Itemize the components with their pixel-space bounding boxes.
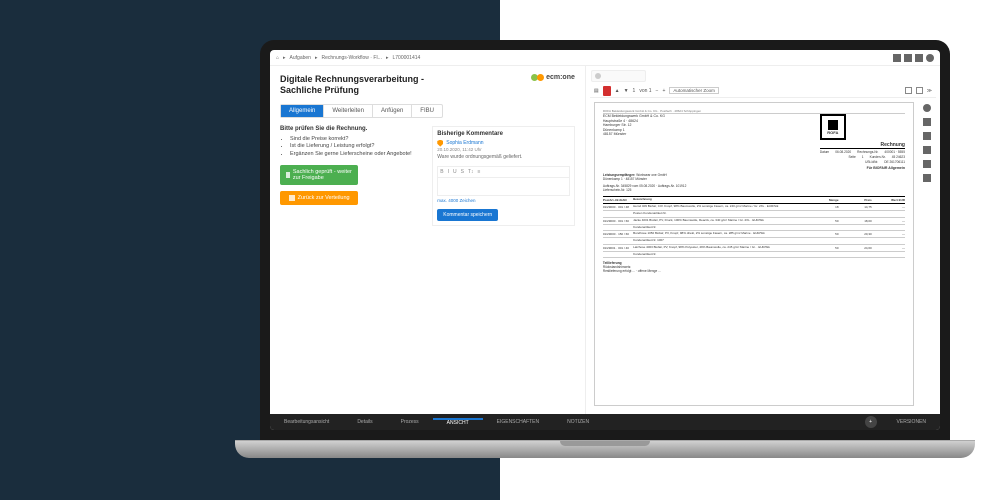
table-row: Kundenartikel-Nr. <box>603 252 905 259</box>
footer-tab-notizen[interactable]: NOTIZEN <box>553 419 603 425</box>
checklist-item: Ist die Lieferung / Leistung erfolgt? <box>290 143 422 151</box>
comment-editor[interactable] <box>437 178 570 196</box>
add-button[interactable]: + <box>865 416 877 428</box>
invoice-document[interactable]: ROFA Bekleidungswerk GmbH & Co. KG · Pos… <box>594 102 914 406</box>
crumb-doc-id[interactable]: L700001414 <box>392 55 420 61</box>
char-count: max. 4000 Zeichen <box>437 198 570 203</box>
user-avatar-icon[interactable] <box>926 54 934 62</box>
home-icon[interactable]: ⌂ <box>276 55 279 61</box>
align-button[interactable]: ≡ <box>478 169 481 175</box>
laptop-base <box>235 440 975 458</box>
trash-icon[interactable] <box>923 174 931 182</box>
table-row: Kundenartikel-Nr. <box>603 225 905 232</box>
invoice-reference: Für BIOFAIR Allgemein <box>820 166 905 170</box>
underline-button[interactable]: U <box>453 169 457 175</box>
save-comment-button[interactable]: Kommentar speichern <box>437 209 498 221</box>
page-of-label: von 1 <box>639 88 651 94</box>
reload-icon <box>289 195 295 201</box>
ecm-one-logo: ecm:one <box>531 74 575 81</box>
strike-button[interactable]: S <box>461 169 464 175</box>
reload-icon <box>286 172 290 178</box>
comments-title: Bisherige Kommentare <box>437 131 570 137</box>
rofa-logo: ROFA <box>820 114 846 140</box>
italic-button[interactable]: I <box>448 169 449 175</box>
viewer-toolbar: ▤ ▲ ▼ 1 von 1 − + Automatischer Zoom ≫ <box>590 84 936 98</box>
note-icon[interactable] <box>923 160 931 168</box>
invoice-meta: Datum06.08.2020 Rechnungs-Nr.400001 · 55… <box>820 150 905 154</box>
table-row: Kundenartikel-Nr. 1007 <box>603 238 905 245</box>
checklist-title: Bitte prüfen Sie die Rechnung. <box>280 126 422 132</box>
tab-fibu[interactable]: FIBU <box>412 105 442 117</box>
more-icon[interactable]: ≫ <box>927 88 932 94</box>
footer-tab-details[interactable]: Details <box>343 419 386 425</box>
footer-tab-prozess[interactable]: Prozess <box>387 419 433 425</box>
tag-icon[interactable] <box>923 118 931 126</box>
tab-anfuegen[interactable]: Anfügen <box>373 105 412 117</box>
expand-icon[interactable] <box>915 54 923 62</box>
order-info: Auftrags-Nr. 345829 vom 05.08.2020 · Auf… <box>603 184 905 192</box>
comment-body: Ware wurde ordnungsgemäß geliefert. <box>437 154 570 160</box>
page-number[interactable]: 1 <box>633 88 636 94</box>
notification-banner[interactable] <box>591 70 646 82</box>
back-button[interactable]: Zurück zur Verteilung <box>280 191 358 205</box>
next-page-button[interactable]: ▼ <box>624 88 629 94</box>
comment-date: 20.10.2020, 11:42 Uhr <box>437 147 570 152</box>
comments-panel: Bisherige Kommentare Sophia Erdmann 20.1… <box>432 126 575 226</box>
table-row: 01/29000 · 001 / 60Jacke 4001 Biofair, P… <box>603 218 905 225</box>
checklist-item: Sind die Preise korrekt? <box>290 136 422 144</box>
share-icon[interactable] <box>923 132 931 140</box>
table-row: 01/29001 · 001 / 40Latzhose 4003 Biofair… <box>603 245 905 252</box>
workflow-tabs: Allgemein Weiterleiten Anfügen FIBU <box>280 104 443 118</box>
fontsize-button[interactable]: T↕ <box>468 169 474 175</box>
page-title: Digitale Rechnungsverarbeitung - Sachlic… <box>280 74 457 96</box>
editor-toolbar: B I U S T↕ ≡ <box>437 166 570 178</box>
document-side-actions <box>918 98 936 410</box>
zoom-select[interactable]: Automatischer Zoom <box>669 87 719 94</box>
bold-button[interactable]: B <box>440 169 443 175</box>
info-icon[interactable] <box>923 104 931 112</box>
checklist-item: Ergänzen Sie gerne Lieferscheine oder An… <box>290 151 422 159</box>
checklist: Bitte prüfen Sie die Rechnung. Sind die … <box>280 126 422 226</box>
crumb-workflow[interactable]: Rechnungs-Workflow · FI... <box>321 55 381 61</box>
delivery-recipient: Leistungsempfänger: Workwear one GmbH Dü… <box>603 173 905 181</box>
table-row: 01/29000 · 150 / 60Bundhose 1050 Biofair… <box>603 231 905 238</box>
invoice-table: Pos/Art.-Nr./EAN Bezeichnung Menge Preis… <box>603 196 905 258</box>
recipient-address: ECM Bekleidungswerk GmbH & Co. KG Haupts… <box>603 114 665 170</box>
shield-icon <box>437 140 443 147</box>
tab-allgemein[interactable]: Allgemein <box>281 105 324 117</box>
invoice-title: Rechnung <box>820 142 905 149</box>
tab-weiterleiten[interactable]: Weiterleiten <box>324 105 373 117</box>
footer-tab-eigenschaften[interactable]: EIGENSCHAFTEN <box>483 419 554 425</box>
print-icon[interactable] <box>916 87 923 94</box>
approve-button[interactable]: Sachlich geprüft - weiter zur Freigabe <box>280 165 358 185</box>
table-row: Posten Kundenartikel-Nr. <box>603 211 905 218</box>
sidebar-toggle-icon[interactable]: ▤ <box>594 88 599 94</box>
download-icon[interactable] <box>923 146 931 154</box>
menu-icon[interactable] <box>904 54 912 62</box>
footer-tab-ansicht[interactable]: ANSICHT <box>433 418 483 426</box>
info-icon <box>595 73 601 79</box>
zoom-out-button[interactable]: − <box>656 88 659 94</box>
table-row: 01/29000 · 001 / 48Hemd 409 Biofair, CO¹… <box>603 204 905 211</box>
grid-icon[interactable] <box>893 54 901 62</box>
footer-tab-versionen[interactable]: VERSIONEN <box>883 419 940 425</box>
zoom-in-button[interactable]: + <box>662 88 665 94</box>
crumb-aufgaben[interactable]: Aufgaben <box>290 55 311 61</box>
bottom-tabs: Bearbeitungsansicht Details Prozess ANSI… <box>270 414 940 430</box>
comment-author: Sophia Erdmann <box>446 140 483 146</box>
footer-tab-bearbeitung[interactable]: Bearbeitungsansicht <box>270 419 343 425</box>
breadcrumb[interactable]: ⌂ ▸ Aufgaben ▸ Rechnungs-Workflow · FI..… <box>276 55 420 61</box>
invoice-footer: Teillieferung Rückstandshinweis: Restlie… <box>603 261 905 273</box>
document-viewer-panel: L700001414 ▤ ▲ ▼ 1 von 1 − + Automatisch… <box>585 66 940 414</box>
prev-page-button[interactable]: ▲ <box>615 88 620 94</box>
workflow-panel: Digitale Rechnungsverarbeitung - Sachlic… <box>270 66 585 414</box>
present-icon[interactable] <box>905 87 912 94</box>
top-bar: ⌂ ▸ Aufgaben ▸ Rechnungs-Workflow · FI..… <box>270 50 940 66</box>
pdf-icon <box>603 86 611 96</box>
